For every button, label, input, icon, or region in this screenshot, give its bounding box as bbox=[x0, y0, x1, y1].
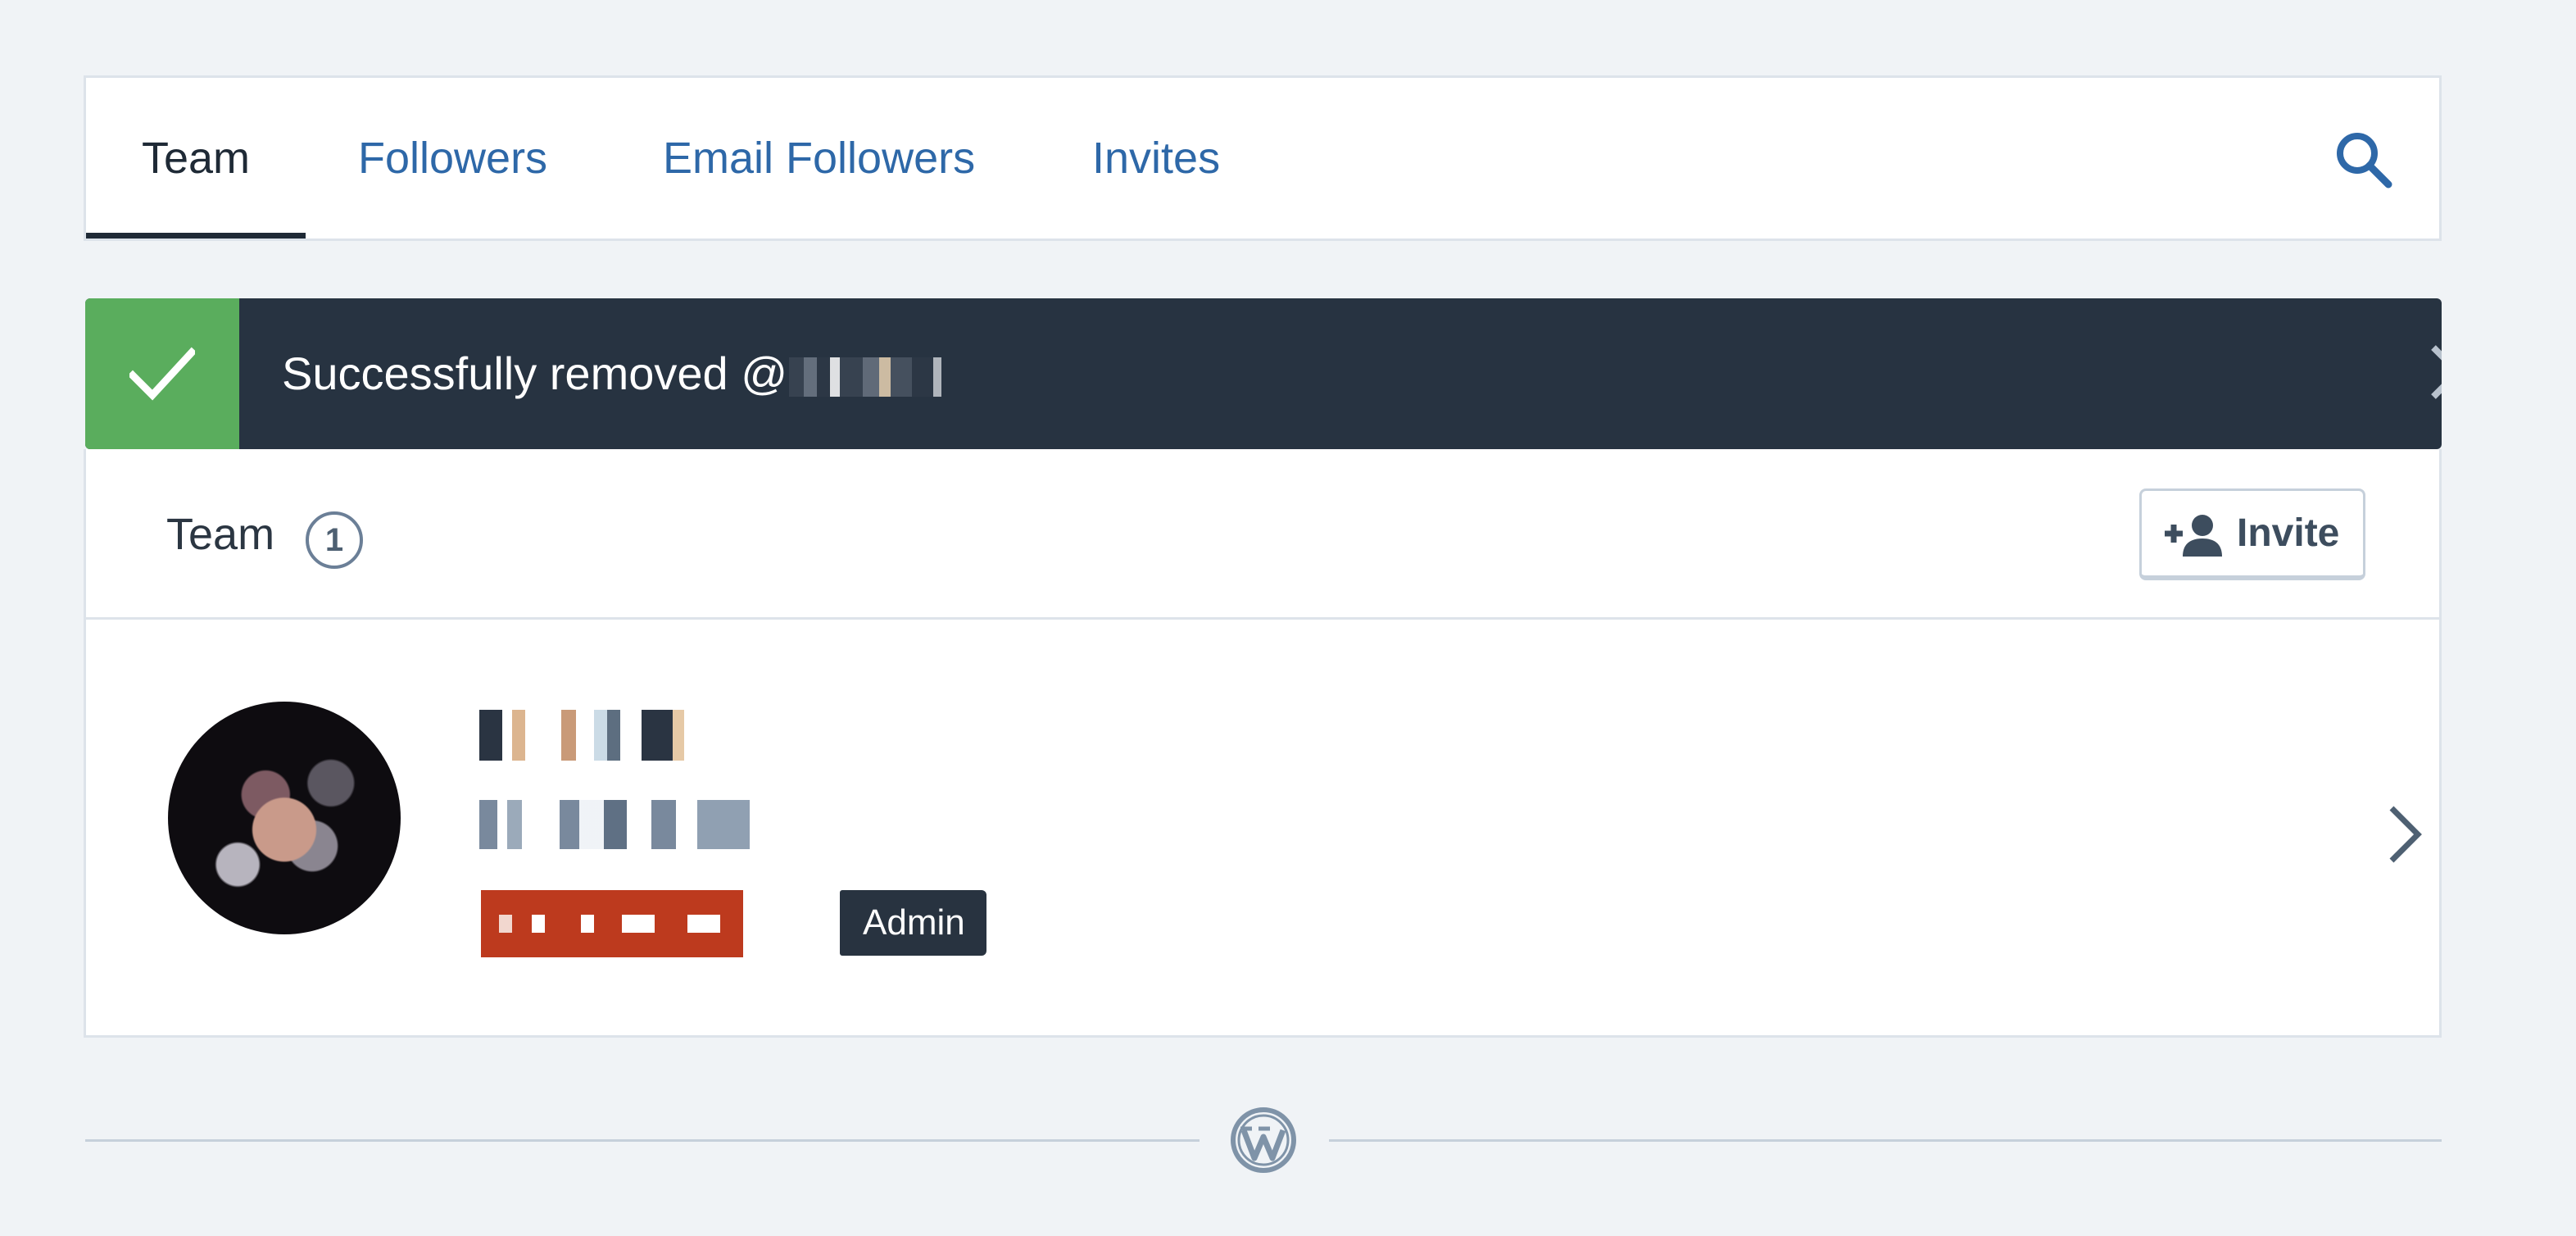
search-icon bbox=[2337, 133, 2392, 189]
tab-email-followers-label: Email Followers bbox=[663, 134, 976, 183]
notice-text: Successfully removed @ bbox=[282, 348, 788, 399]
notice-close-button[interactable] bbox=[2417, 331, 2442, 413]
close-icon bbox=[2431, 345, 2442, 399]
footer-divider-right bbox=[1329, 1139, 2442, 1142]
success-notice: Successfully removed @ bbox=[85, 298, 2442, 449]
wordpress-logo-icon[interactable] bbox=[1229, 1106, 1298, 1175]
member-tag-redacted bbox=[481, 890, 743, 957]
role-badge: Admin bbox=[840, 890, 986, 956]
team-member-row[interactable]: Admin bbox=[86, 620, 2439, 1035]
team-card: Team 1 Invite Admin bbox=[84, 449, 2442, 1038]
invite-label: Invite bbox=[2237, 511, 2340, 555]
notice-message: Successfully removed @ bbox=[282, 298, 954, 449]
member-handle-redacted bbox=[479, 800, 750, 849]
chevron-right-icon bbox=[2389, 806, 2422, 863]
member-name-redacted bbox=[479, 710, 684, 761]
footer-divider-left bbox=[85, 1139, 1200, 1142]
person-add-icon bbox=[2165, 515, 2222, 557]
tab-followers-label: Followers bbox=[358, 134, 548, 183]
search-button[interactable] bbox=[2331, 127, 2397, 193]
team-header: Team 1 Invite bbox=[86, 449, 2439, 620]
avatar bbox=[168, 702, 401, 934]
active-tab-indicator bbox=[86, 233, 306, 239]
tab-team[interactable]: Team bbox=[86, 78, 306, 241]
tab-invites-label: Invites bbox=[1092, 134, 1221, 183]
redacted-username bbox=[789, 357, 954, 398]
tab-email-followers[interactable]: Email Followers bbox=[663, 78, 975, 241]
notice-status-box bbox=[85, 298, 239, 449]
team-count-badge: 1 bbox=[306, 511, 363, 569]
tab-invites[interactable]: Invites bbox=[1092, 78, 1220, 241]
section-nav: Team Followers Email Followers Invites bbox=[84, 75, 2442, 241]
tab-followers[interactable]: Followers bbox=[358, 78, 547, 241]
invite-button[interactable]: Invite bbox=[2139, 488, 2365, 580]
checkmark-icon bbox=[129, 347, 195, 401]
team-title: Team bbox=[166, 510, 275, 559]
tab-team-label: Team bbox=[141, 134, 251, 183]
